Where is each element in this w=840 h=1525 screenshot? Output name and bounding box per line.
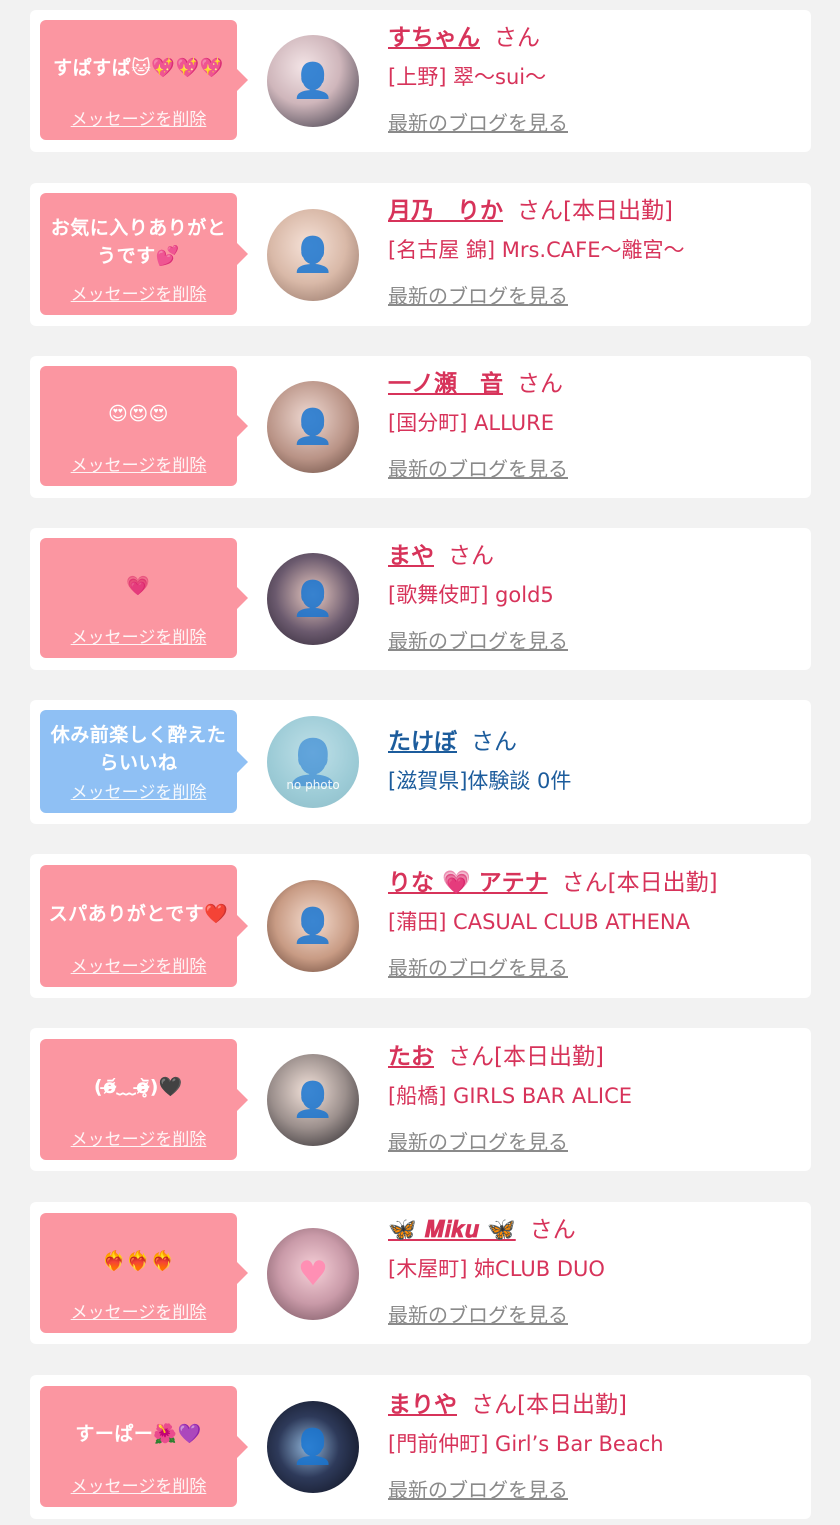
person-icon: 👤 xyxy=(291,906,335,946)
latest-blog-link[interactable]: 最新のブログを見る xyxy=(388,952,568,981)
name-suffix: さん[本日出勤] xyxy=(517,198,673,224)
cast-name-link[interactable]: りな 💗 アテナ xyxy=(388,870,548,896)
shop-label: [船橋] GIRLS BAR ALICE xyxy=(388,1084,633,1108)
message-text: 休み前楽しく酔えたらいいね xyxy=(50,724,227,774)
delete-message-link[interactable]: メッセージを削除 xyxy=(71,623,207,648)
person-icon: 👤 xyxy=(291,579,335,619)
message-bubble: すぱすぱ🐱💖💖💖 メッセージを削除 xyxy=(40,20,248,140)
list-item: 😍😍😍 メッセージを削除 👤 一ノ瀬 音さん [国分町] ALLURE 最新のブ… xyxy=(30,356,811,498)
name-suffix: さん[本日出勤] xyxy=(448,1044,604,1070)
delete-message-link[interactable]: メッセージを削除 xyxy=(71,952,207,977)
list-item: 💗 メッセージを削除 👤 まや さん [歌舞伎町] gold5 最新のブログを見る xyxy=(30,528,811,670)
list-item: すーぱー🌺💜 メッセージを削除 👤 まりや さん[本日出勤] [門前仲町] Gir… xyxy=(30,1375,811,1519)
name-suffix: さん xyxy=(529,1217,576,1243)
cast-name-link[interactable]: まや xyxy=(388,543,434,569)
cast-name-link[interactable]: たお xyxy=(388,1044,434,1070)
latest-blog-link[interactable]: 最新のブログを見る xyxy=(388,1126,568,1155)
shop-label: [名古屋 錦] Mrs.CAFE〜離宮〜 xyxy=(388,238,685,262)
avatar[interactable]: 👤 xyxy=(267,1054,359,1146)
avatar[interactable]: 👤 xyxy=(267,553,359,645)
heart-sticker-icon: ♥ xyxy=(297,1254,329,1294)
shop-label: [門前仲町] Girl’s Bar Beach xyxy=(388,1432,664,1456)
person-icon: 👤 xyxy=(291,235,335,275)
cast-name-link[interactable]: 一ノ瀬 音 xyxy=(388,371,503,397)
avatar[interactable]: 👤 xyxy=(267,381,359,473)
person-icon: 👤 xyxy=(291,61,335,101)
message-bubble: すーぱー🌺💜 メッセージを削除 xyxy=(40,1386,248,1507)
shop-label: [歌舞伎町] gold5 xyxy=(388,583,554,607)
name-suffix: さん xyxy=(448,543,494,569)
latest-blog-link[interactable]: 最新のブログを見る xyxy=(388,1299,568,1328)
message-bubble: 休み前楽しく酔えたらいいね メッセージを削除 xyxy=(40,710,248,813)
avatar[interactable]: ♥ xyxy=(267,1228,359,1320)
message-bubble: 😍😍😍 メッセージを削除 xyxy=(40,366,248,486)
person-icon: 👤 xyxy=(291,1080,335,1120)
list-item: お気に入りありがとうです💕 メッセージを削除 👤 月乃 りか さん[本日出勤] [… xyxy=(30,183,811,326)
cast-name-link[interactable]: すちゃん xyxy=(388,25,480,51)
message-text: (o̴̶̷᷄﹏o̴̶̷̥᷅)🖤 xyxy=(93,1076,184,1098)
delete-message-link[interactable]: メッセージを削除 xyxy=(71,451,207,476)
message-text: すーぱー🌺💜 xyxy=(75,1423,202,1445)
no-photo-silhouette-icon: 👤 xyxy=(285,737,341,788)
message-bubble: (o̴̶̷᷄﹏o̴̶̷̥᷅)🖤 メッセージを削除 xyxy=(40,1039,248,1160)
shop-label: [滋賀県]体験談 0件 xyxy=(388,769,572,793)
delete-message-link[interactable]: メッセージを削除 xyxy=(71,1125,207,1150)
avatar[interactable]: 👤 no photo xyxy=(267,716,359,808)
cast-name-link[interactable]: 月乃 りか xyxy=(388,198,503,224)
avatar[interactable]: 👤 xyxy=(267,880,359,972)
shop-label: [蒲田] CASUAL CLUB ATHENA xyxy=(388,910,690,934)
message-bubble: スパありがとです❤️ メッセージを削除 xyxy=(40,865,248,987)
person-icon: 👤 xyxy=(291,1427,335,1467)
list-item: すぱすぱ🐱💖💖💖 メッセージを削除 👤 すちゃん さん [上野] 翠〜sui〜 最… xyxy=(30,10,811,152)
message-bubble: 💗 メッセージを削除 xyxy=(40,538,248,658)
message-text: ❤️‍🔥❤️‍🔥❤️‍🔥 xyxy=(102,1249,175,1272)
message-text: すぱすぱ🐱💖💖💖 xyxy=(53,56,224,79)
latest-blog-link[interactable]: 最新のブログを見る xyxy=(388,107,568,136)
avatar[interactable]: 👤 xyxy=(267,1401,359,1493)
name-suffix: さん xyxy=(494,25,540,51)
name-suffix: さん[本日出勤] xyxy=(561,870,718,896)
delete-message-link[interactable]: メッセージを削除 xyxy=(71,105,207,130)
person-icon: 👤 xyxy=(291,407,335,447)
message-text: スパありがとです❤️ xyxy=(48,902,229,925)
message-text: 😍😍😍 xyxy=(108,402,169,425)
no-photo-label: no photo xyxy=(286,778,340,792)
cast-name-link[interactable]: まりや xyxy=(388,1392,457,1418)
latest-blog-link[interactable]: 最新のブログを見る xyxy=(388,625,568,654)
delete-message-link[interactable]: メッセージを削除 xyxy=(71,280,207,305)
list-item: ❤️‍🔥❤️‍🔥❤️‍🔥 メッセージを削除 ♥ 🦋 𝑴𝒊𝒌𝒖 🦋 さん [木屋町]… xyxy=(30,1202,811,1344)
delete-message-link[interactable]: メッセージを削除 xyxy=(71,1298,207,1323)
avatar[interactable]: 👤 xyxy=(267,209,359,301)
message-bubble: お気に入りありがとうです💕 メッセージを削除 xyxy=(40,193,248,315)
shop-label: [上野] 翠〜sui〜 xyxy=(388,65,547,89)
avatar[interactable]: 👤 xyxy=(267,35,359,127)
delete-message-link[interactable]: メッセージを削除 xyxy=(71,1472,207,1497)
message-text: お気に入りありがとうです💕 xyxy=(50,216,227,267)
latest-blog-link[interactable]: 最新のブログを見る xyxy=(388,453,568,482)
delete-message-link[interactable]: メッセージを削除 xyxy=(71,778,207,803)
list-item: 休み前楽しく酔えたらいいね メッセージを削除 👤 no photo たけぼ さん … xyxy=(30,700,811,824)
favorites-message-list: すぱすぱ🐱💖💖💖 メッセージを削除 👤 すちゃん さん [上野] 翠〜sui〜 最… xyxy=(0,0,840,1525)
shop-label: [木屋町] 姉CLUB DUO xyxy=(388,1257,605,1281)
cast-name-link[interactable]: たけぼ xyxy=(388,729,457,755)
latest-blog-link[interactable]: 最新のブログを見る xyxy=(388,280,568,309)
shop-label: [国分町] ALLURE xyxy=(388,411,555,435)
name-suffix: さん xyxy=(471,729,517,755)
name-suffix: さん[本日出勤] xyxy=(471,1392,627,1418)
latest-blog-link[interactable]: 最新のブログを見る xyxy=(388,1474,568,1503)
message-bubble: ❤️‍🔥❤️‍🔥❤️‍🔥 メッセージを削除 xyxy=(40,1213,248,1333)
list-item: (o̴̶̷᷄﹏o̴̶̷̥᷅)🖤 メッセージを削除 👤 たお さん[本日出勤] [船… xyxy=(30,1028,811,1171)
name-suffix: さん xyxy=(517,371,563,397)
cast-name-link[interactable]: 🦋 𝑴𝒊𝒌𝒖 🦋 xyxy=(388,1217,516,1243)
list-item: スパありがとです❤️ メッセージを削除 👤 りな 💗 アテナ さん[本日出勤] [… xyxy=(30,854,811,998)
message-text: 💗 xyxy=(126,574,151,597)
